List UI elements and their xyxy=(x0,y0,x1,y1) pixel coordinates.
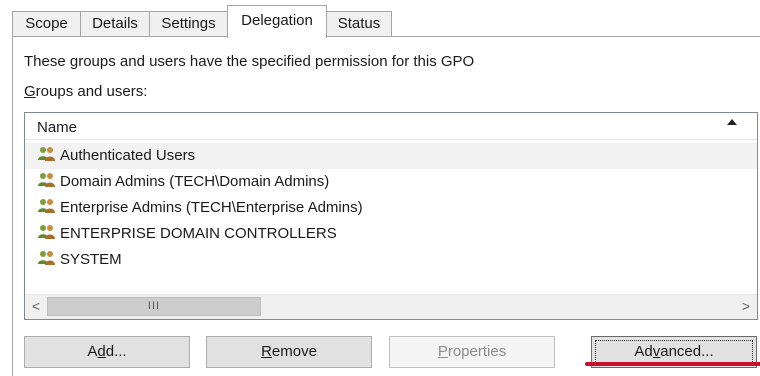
list-item[interactable]: Enterprise Admins (TECH\Enterprise Admin… xyxy=(25,195,757,221)
list-item-label: Enterprise Admins (TECH\Enterprise Admin… xyxy=(60,199,363,216)
groups-and-users-label: Groups and users: xyxy=(24,83,147,100)
tab-delegation[interactable]: Delegation xyxy=(227,5,327,38)
list-item-label: Authenticated Users xyxy=(60,147,196,164)
tab-scope[interactable]: Scope xyxy=(12,11,81,36)
groups-label-rest: roups and users: xyxy=(35,83,148,100)
remove-button-text: emove xyxy=(271,343,317,360)
properties-button-text: roperties xyxy=(447,343,507,360)
sort-ascending-icon xyxy=(727,119,737,125)
list-item-label: SYSTEM xyxy=(60,251,122,268)
scroll-right-icon[interactable]: > xyxy=(735,295,757,319)
groups-and-users-list[interactable]: Name Authenticated Users Domain Admins (… xyxy=(24,112,758,320)
user-group-icon xyxy=(38,173,55,187)
scroll-left-icon[interactable]: < xyxy=(25,295,47,319)
column-header-name[interactable]: Name xyxy=(25,113,757,140)
user-group-icon xyxy=(38,199,55,213)
description-text: These groups and users have the specifie… xyxy=(24,53,475,70)
user-group-icon xyxy=(38,225,55,239)
list-item[interactable]: Authenticated Users xyxy=(25,143,757,169)
column-header-label: Name xyxy=(37,119,78,136)
list-item[interactable]: SYSTEM xyxy=(25,247,757,273)
properties-button-mnemonic: P xyxy=(437,343,448,360)
red-highlight-underline xyxy=(585,362,760,366)
properties-button[interactable]: Properties xyxy=(389,336,555,368)
tab-settings[interactable]: Settings xyxy=(149,11,228,36)
horizontal-scrollbar[interactable]: < III > xyxy=(25,294,757,319)
add-button-mnemonic: d xyxy=(97,343,106,360)
remove-button-mnemonic: R xyxy=(261,343,272,360)
user-group-icon xyxy=(38,147,55,161)
scrollbar-thumb[interactable]: III xyxy=(47,297,261,316)
list-item[interactable]: Domain Admins (TECH\Domain Admins) xyxy=(25,169,757,195)
list-item-label: ENTERPRISE DOMAIN CONTROLLERS xyxy=(60,225,337,242)
list-rows: Authenticated Users Domain Admins (TECH\… xyxy=(25,143,757,273)
list-item[interactable]: ENTERPRISE DOMAIN CONTROLLERS xyxy=(25,221,757,247)
remove-button[interactable]: Remove xyxy=(206,336,372,368)
focus-ring xyxy=(595,340,753,364)
add-button[interactable]: Add... xyxy=(24,336,190,368)
add-button-text-a: A xyxy=(87,343,98,360)
add-button-text-b: d... xyxy=(105,343,127,360)
groups-label-mnemonic: G xyxy=(24,83,36,100)
tab-details[interactable]: Details xyxy=(80,11,150,36)
list-item-label: Domain Admins (TECH\Domain Admins) xyxy=(60,173,330,190)
user-group-icon xyxy=(38,251,55,265)
tab-status[interactable]: Status xyxy=(326,11,392,36)
